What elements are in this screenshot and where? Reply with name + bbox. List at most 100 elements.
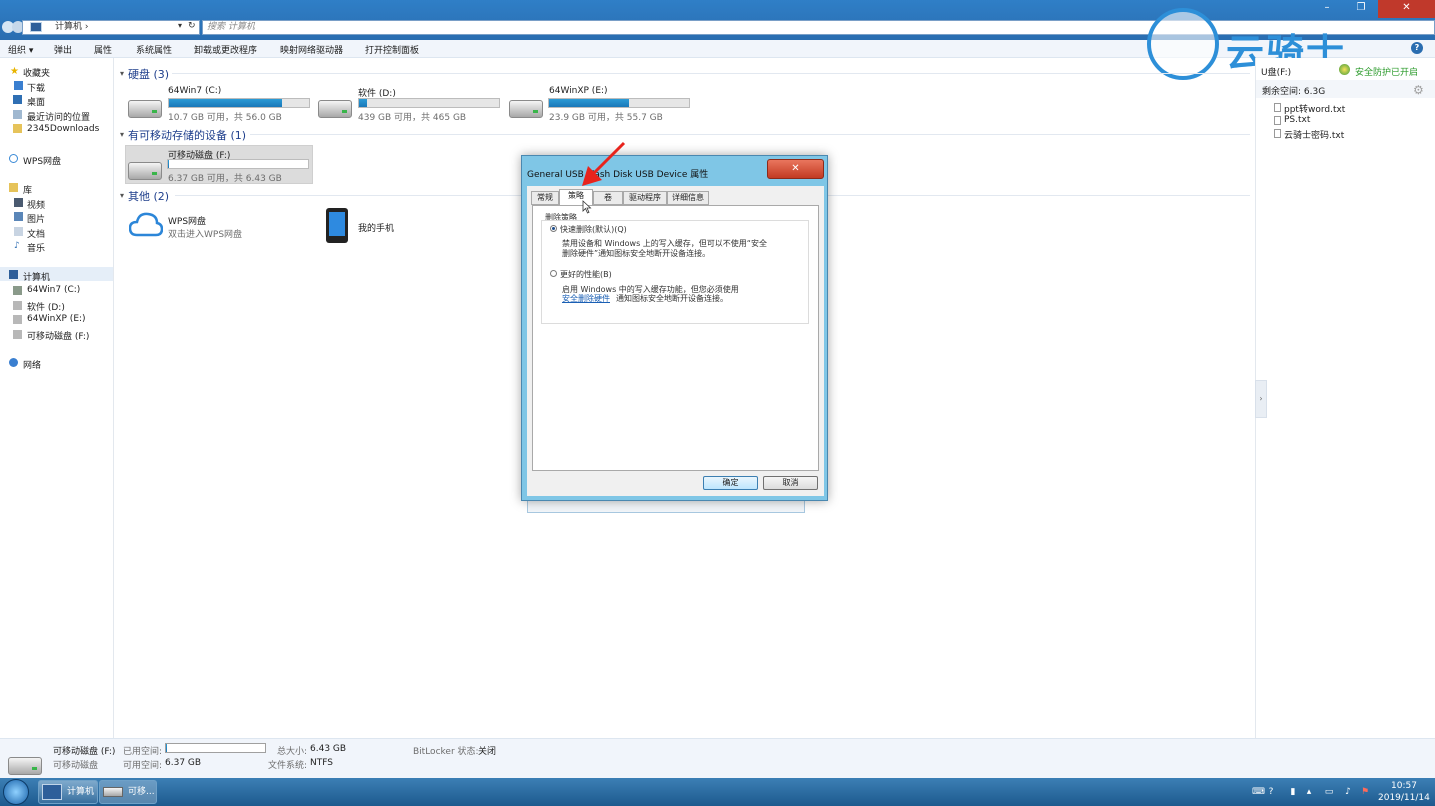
keyboard-icon[interactable]: ⌨ (1252, 787, 1265, 797)
address-part[interactable]: 计算机 (55, 22, 82, 32)
sidebar-item-desktop[interactable]: 桌面 (27, 95, 45, 108)
safely-remove-link[interactable]: 安全删除硬件 (562, 293, 610, 304)
file-item[interactable]: 云骑士密码.txt (1284, 128, 1344, 141)
tab-details[interactable]: 详细信息 (667, 191, 709, 205)
better-performance-desc: 通知图标安全地断开设备连接。 (616, 294, 728, 303)
shield-icon (1339, 64, 1350, 75)
group-header-hdd[interactable]: 硬盘 (3) (128, 66, 169, 82)
wps-description: 双击进入WPS网盘 (168, 230, 243, 240)
refresh-icon[interactable]: ↻ (188, 21, 200, 33)
tab-volume[interactable]: 卷 (593, 191, 623, 205)
sidebar-item-downloads[interactable]: 下载 (27, 81, 45, 94)
monitor-icon[interactable]: ▭ (1324, 787, 1334, 797)
library-icon (9, 183, 18, 192)
protection-status[interactable]: 安全防护已开启 (1355, 65, 1418, 78)
quick-removal-desc: 删除硬件”通知图标安全地断开设备连接。 (562, 249, 711, 258)
sidebar-item-pictures[interactable]: 图片 (27, 212, 45, 225)
sidebar-item-videos[interactable]: 视频 (27, 198, 45, 211)
minimize-button[interactable]: – (1310, 0, 1344, 18)
details-type: 可移动磁盘 (53, 761, 99, 771)
address-separator[interactable]: › (85, 22, 89, 32)
tab-driver[interactable]: 驱动程序 (623, 191, 667, 205)
control-panel-button[interactable]: 打开控制面板 (365, 43, 419, 56)
drive-d-info: 439 GB 可用，共 465 GB (358, 113, 467, 123)
wps-name[interactable]: WPS网盘 (168, 214, 206, 227)
organize-menu[interactable]: 组织 ▾ (8, 43, 33, 56)
sidebar-item-libraries[interactable]: 库 (23, 183, 32, 196)
details-free-label: 可用空间: (123, 761, 163, 771)
drive-c-usage-fill (169, 99, 283, 107)
tab-general[interactable]: 常规 (531, 191, 559, 205)
quick-removal-label[interactable]: 快速删除(默认)(Q) (560, 224, 627, 235)
drive-d-usage-fill (359, 99, 368, 107)
drive-f-usage-fill (168, 160, 170, 168)
phone-name[interactable]: 我的手机 (358, 221, 394, 234)
details-bitlocker-label: BitLocker 状态: (413, 747, 479, 757)
better-performance-label[interactable]: 更好的性能(B) (560, 269, 612, 280)
quick-removal-radio[interactable] (550, 225, 557, 232)
clock-date[interactable]: 2019/11/14 (1378, 793, 1430, 803)
text-file-icon (1274, 103, 1281, 112)
system-properties-button[interactable]: 系统属性 (136, 43, 172, 56)
close-button[interactable]: ✕ (1378, 0, 1435, 18)
sidebar-item-recent[interactable]: 最近访问的位置 (27, 110, 90, 123)
file-item[interactable]: PS.txt (1284, 115, 1310, 125)
sidebar-item-drive-e[interactable]: 64WinXP (E:) (27, 314, 86, 324)
help-tray-icon[interactable]: ? (1266, 787, 1276, 797)
maximize-button[interactable]: ❐ (1344, 0, 1378, 18)
sidebar-item-computer[interactable]: 计算机 (23, 270, 50, 283)
chevron-up-icon[interactable]: ▴ (1304, 787, 1314, 797)
start-button[interactable] (3, 779, 29, 805)
policies-panel: 删除策略 快速删除(默认)(Q) 禁用设备和 Windows 上的写入缓存，但可… (532, 205, 819, 471)
drive-c-info: 10.7 GB 可用，共 56.0 GB (168, 113, 282, 123)
group-header-other[interactable]: 其他 (2) (128, 188, 169, 204)
gear-icon[interactable]: ⚙ (1413, 83, 1424, 97)
collapse-arrow-icon[interactable]: ▾ (120, 130, 124, 139)
dialog-close-button[interactable]: ✕ (767, 159, 824, 179)
properties-button[interactable]: 属性 (94, 43, 112, 56)
taskbar-removable-label: 可移... (128, 787, 155, 797)
help-icon[interactable]: ? (1411, 42, 1423, 54)
command-bar: 组织 ▾ 弹出 属性 系统属性 卸载或更改程序 映射网络驱动器 打开控制面板 (0, 40, 1435, 58)
sidebar-item-drive-f[interactable]: 可移动磁盘 (F:) (27, 329, 89, 342)
eject-button[interactable]: 弹出 (54, 43, 72, 56)
music-icon: ♪ (14, 241, 20, 251)
text-file-icon (1274, 129, 1281, 138)
recent-places-icon (13, 110, 22, 119)
better-performance-radio[interactable] (550, 270, 557, 277)
group-header-removable[interactable]: 有可移动存储的设备 (1) (128, 127, 246, 143)
collapse-arrow-icon[interactable]: ▾ (120, 191, 124, 200)
dialog-body: 常规 策略 卷 驱动程序 详细信息 删除策略 快速删除(默认)(Q) 禁用设备和… (527, 186, 824, 496)
drive-c-name[interactable]: 64Win7 (C:) (168, 86, 221, 96)
sidebar-item-2345downloads[interactable]: 2345Downloads (27, 124, 99, 134)
clock-time[interactable]: 10:57 (1391, 781, 1417, 791)
volume-icon[interactable]: ♪ (1343, 787, 1353, 797)
details-bitlocker-value: 关闭 (478, 747, 497, 757)
details-drive-name: 可移动磁盘 (F:) (53, 747, 116, 757)
sidebar-item-network[interactable]: 网络 (23, 358, 41, 371)
network-error-icon[interactable]: ⚑ (1360, 787, 1370, 797)
battery-icon[interactable]: ▮ (1288, 787, 1298, 797)
map-drive-button[interactable]: 映射网络驱动器 (280, 43, 343, 56)
usb-drive-icon (128, 162, 162, 180)
collapse-arrow-icon[interactable]: ▾ (120, 69, 124, 78)
cancel-button[interactable]: 取消 (763, 476, 818, 490)
uninstall-button[interactable]: 卸载或更改程序 (194, 43, 257, 56)
drive-e-name[interactable]: 64WinXP (E:) (549, 86, 608, 96)
chevron-down-icon[interactable]: ▾ (178, 21, 188, 33)
sidebar-item-music[interactable]: 音乐 (27, 241, 45, 254)
sidebar-item-drive-c[interactable]: 64Win7 (C:) (27, 285, 80, 295)
wps-cloud-icon (129, 212, 163, 237)
computer-icon (30, 22, 42, 32)
address-bar[interactable]: 计算机 › (22, 20, 200, 35)
collapse-pane-handle[interactable]: › (1255, 380, 1267, 418)
sidebar-item-favorites[interactable]: 收藏夹 (23, 66, 50, 79)
details-fs-label: 文件系统: (268, 761, 308, 771)
file-item[interactable]: ppt转word.txt (1284, 102, 1345, 115)
sidebar-item-documents[interactable]: 文档 (27, 227, 45, 240)
ok-button[interactable]: 确定 (703, 476, 758, 490)
sidebar-item-wps[interactable]: WPS网盘 (23, 154, 61, 167)
sidebar-item-drive-d[interactable]: 软件 (D:) (27, 300, 65, 313)
group-divider (250, 134, 1250, 135)
star-icon: ★ (10, 66, 19, 77)
